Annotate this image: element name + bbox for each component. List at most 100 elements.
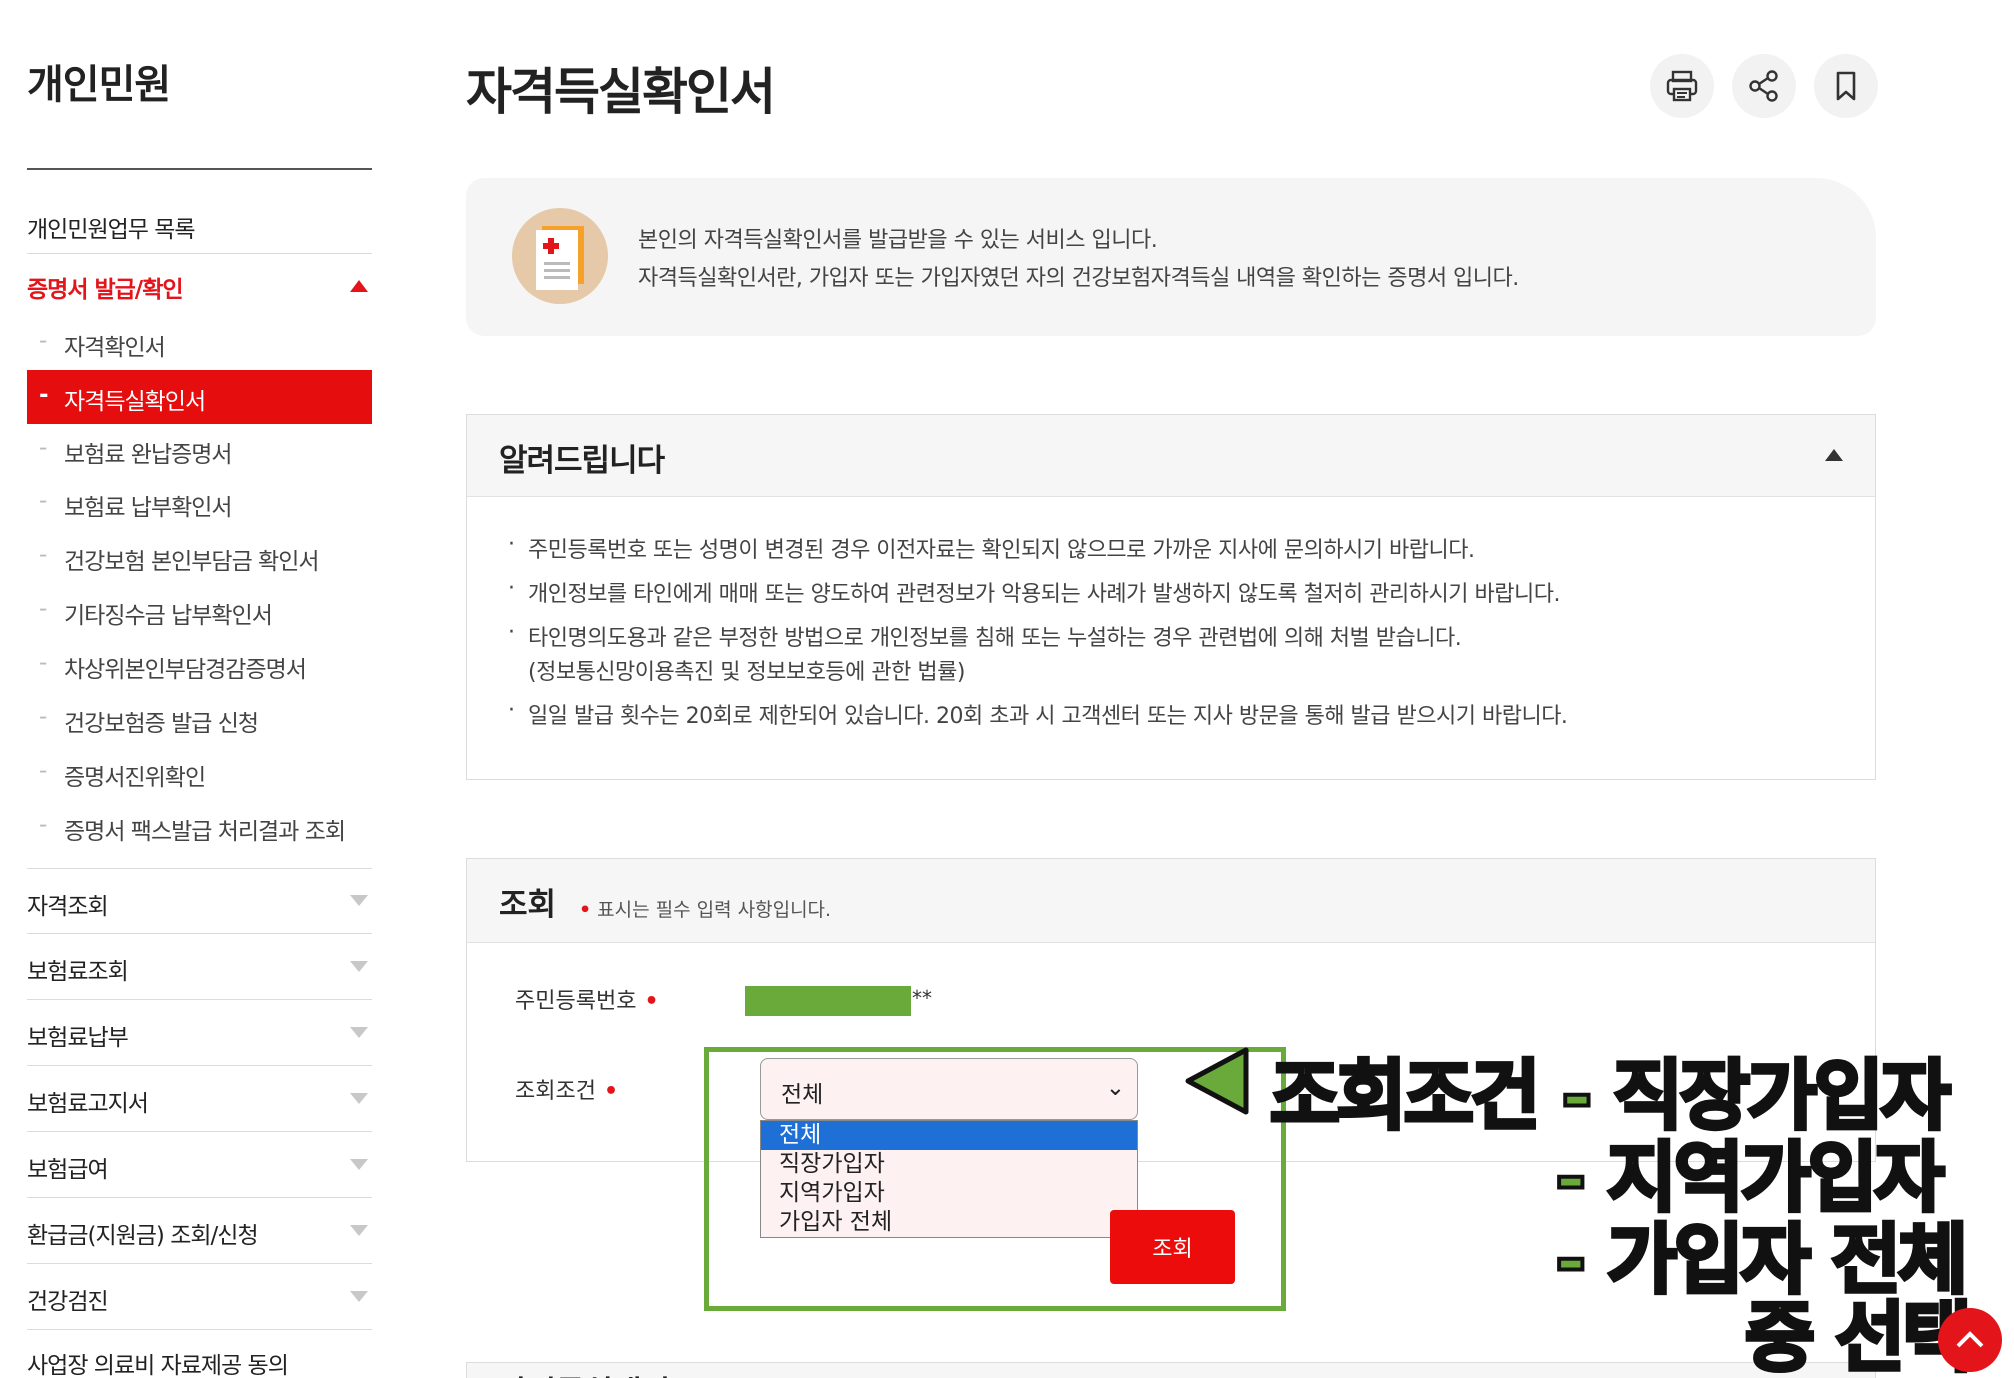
- print-icon: [1666, 70, 1698, 102]
- sidebar-item-premium-payment[interactable]: 보험료납부: [27, 1000, 372, 1066]
- chevron-down-icon: [350, 1224, 368, 1236]
- notice-item-text: 개인정보를 타인에게 매매 또는 양도하여 관련정보가 악용되는 사례가 발생하…: [528, 582, 1560, 607]
- document-icon: [512, 208, 608, 304]
- sidebar-item-label: 보험료납부: [27, 1025, 129, 1051]
- notice-item-text: (정보통신망이용촉진 및 정보보호등에 관한 법률): [528, 660, 965, 685]
- sidebar-item-label: 보험급여: [27, 1157, 109, 1183]
- bullet-icon: ·: [508, 532, 515, 557]
- dash-icon: -: [39, 758, 47, 784]
- sidebar-subitem-label: 기타징수금 납부확인서: [64, 603, 273, 629]
- chevron-up-icon: [1956, 1331, 1984, 1348]
- sidebar-subitem-insurance-card[interactable]: - 건강보험증 발급 신청: [27, 692, 372, 746]
- scroll-top-button[interactable]: [1938, 1308, 2002, 1372]
- sidebar-subitem-label: 증명서진위확인: [64, 765, 206, 791]
- chevron-down-icon: [350, 1290, 368, 1302]
- condition-label: 조회조건 •: [515, 1073, 618, 1105]
- service-description-line: 본인의 자격득실확인서를 발급받을 수 있는 서비스 입니다.: [638, 228, 1158, 253]
- service-description-line: 자격득실확인서란, 가입자 또는 가입자였던 자의 건강보험자격득실 내역을 확…: [638, 266, 1519, 291]
- sidebar-subitem-label: 보험료 완납증명서: [64, 442, 233, 468]
- chevron-down-icon: [350, 1092, 368, 1104]
- required-dot-icon: •: [644, 989, 659, 1014]
- sidebar-subitem-qualification[interactable]: - 자격확인서: [27, 316, 372, 370]
- sidebar-subitem-reduction-cert[interactable]: - 차상위본인부담경감증명서: [27, 638, 372, 692]
- qualification-history-title: 자격득실내역: [499, 1367, 670, 1378]
- required-dot-icon: •: [579, 899, 592, 921]
- notice-item-text: 타인명의도용과 같은 부정한 방법으로 개인정보를 침해 또는 누설하는 경우 …: [528, 626, 1462, 651]
- sidebar-item-benefits[interactable]: 보험급여: [27, 1132, 372, 1198]
- bullet-icon: ·: [508, 620, 515, 645]
- dash-icon: -: [39, 488, 47, 514]
- sidebar-item-label: 증명서 발급/확인: [27, 277, 184, 303]
- print-button[interactable]: [1650, 54, 1714, 118]
- sidebar-subitem-label: 차상위본인부담경감증명서: [64, 657, 307, 683]
- dash-icon: -: [39, 650, 47, 676]
- notice-title: 알려드립니다: [499, 443, 665, 479]
- sidebar-item-label: 개인민원업무 목록: [27, 217, 196, 243]
- share-button[interactable]: [1732, 54, 1796, 118]
- dash-icon: -: [39, 596, 47, 622]
- sidebar-item-label: 사업장 의료비 자료제공 동의: [27, 1353, 289, 1378]
- sidebar-subitem-authenticity[interactable]: - 증명서진위확인: [27, 746, 372, 800]
- sidebar-item-label: 건강검진: [27, 1289, 109, 1315]
- sidebar-item-label: 자격조회: [27, 894, 109, 920]
- notice-item-text: 일일 발급 횟수는 20회로 제한되어 있습니다. 20회 초과 시 고객센터 …: [528, 704, 1568, 729]
- collapse-icon[interactable]: [1825, 449, 1843, 461]
- rrn-label-text: 주민등록번호: [515, 989, 637, 1014]
- chevron-down-icon: [350, 1158, 368, 1170]
- rrn-masked-suffix: **: [912, 986, 932, 1010]
- sidebar-subitem-label: 건강보험증 발급 신청: [64, 711, 259, 737]
- sidebar-subitem-other-levy[interactable]: - 기타징수금 납부확인서: [27, 584, 372, 638]
- condition-label-text: 조회조건: [515, 1079, 596, 1104]
- sidebar-item-certificates[interactable]: 증명서 발급/확인: [27, 260, 372, 314]
- page-title: 자격득실확인서: [466, 63, 776, 121]
- required-dot-icon: •: [603, 1079, 619, 1104]
- sidebar-subitem-label: 자격득실확인서: [64, 389, 206, 415]
- sidebar-item-qualification-lookup[interactable]: 자격조회: [27, 868, 372, 934]
- sidebar-subitem-label: 증명서 팩스발급 처리결과 조회: [64, 819, 346, 845]
- sidebar-item-refund[interactable]: 환급금(지원금) 조회/신청: [27, 1198, 372, 1264]
- dash-icon: -: [39, 435, 47, 461]
- sidebar-item-health-checkup[interactable]: 건강검진: [27, 1264, 372, 1330]
- bullet-icon: ·: [508, 698, 515, 723]
- chevron-down-icon: [350, 1026, 368, 1038]
- annotation-arrow-icon: [1185, 1047, 1249, 1115]
- sidebar-subitem-qualification-history[interactable]: - 자격득실확인서: [27, 370, 372, 424]
- sidebar-subitem-label: 자격확인서: [64, 335, 166, 361]
- search-header: 조회 • 표시는 필수 입력 사항입니다.: [467, 859, 1875, 943]
- sidebar-title: 개인민원: [27, 62, 171, 108]
- chevron-down-icon: [350, 960, 368, 972]
- dash-icon: -: [39, 328, 47, 354]
- sidebar-subitem-premium-paid-cert[interactable]: - 보험료 완납증명서: [27, 423, 372, 477]
- sidebar-item-medical-data-consent[interactable]: 사업장 의료비 자료제공 동의: [27, 1330, 372, 1378]
- notice-item-text: 주민등록번호 또는 성명이 변경된 경우 이전자료는 확인되지 않으므로 가까운…: [528, 538, 1475, 563]
- sidebar-item-civil-list[interactable]: 개인민원업무 목록: [27, 200, 372, 254]
- bookmark-icon: [1836, 71, 1856, 101]
- qualification-history-panel: 자격득실내역: [466, 1362, 1876, 1378]
- share-icon: [1749, 70, 1778, 102]
- sidebar-subitem-label: 건강보험 본인부담금 확인서: [64, 549, 320, 575]
- sidebar-subitem-label: 보험료 납부확인서: [64, 495, 233, 521]
- bullet-icon: ·: [508, 576, 515, 601]
- sidebar-item-label: 보험료고지서: [27, 1091, 149, 1117]
- search-title: 조회: [499, 887, 557, 923]
- sidebar-item-premium-lookup[interactable]: 보험료조회: [27, 934, 372, 1000]
- sidebar-item-label: 환급금(지원금) 조회/신청: [27, 1223, 259, 1249]
- dash-icon: -: [39, 382, 48, 408]
- notice-header[interactable]: 알려드립니다: [467, 415, 1875, 497]
- dash-icon: -: [39, 812, 47, 838]
- chevron-down-icon: [350, 895, 368, 906]
- chevron-up-icon: [350, 280, 368, 292]
- sidebar-item-premium-notice[interactable]: 보험료고지서: [27, 1066, 372, 1132]
- rrn-label: 주민등록번호 •: [515, 983, 659, 1015]
- sidebar-subitem-fax-result[interactable]: - 증명서 팩스발급 처리결과 조회: [27, 800, 372, 854]
- sidebar-item-label: 보험료조회: [27, 959, 129, 985]
- service-description: 본인의 자격득실확인서를 발급받을 수 있는 서비스 입니다. 자격득실확인서란…: [638, 222, 1519, 298]
- required-note: • 표시는 필수 입력 사항입니다.: [579, 895, 831, 922]
- bookmark-button[interactable]: [1814, 54, 1878, 118]
- sidebar-divider: [27, 168, 372, 170]
- required-note-text: 표시는 필수 입력 사항입니다.: [597, 899, 832, 921]
- sidebar-subitem-copayment[interactable]: - 건강보험 본인부담금 확인서: [27, 530, 372, 584]
- service-info-box: 본인의 자격득실확인서를 발급받을 수 있는 서비스 입니다. 자격득실확인서란…: [466, 178, 1876, 336]
- dash-icon: -: [39, 542, 47, 568]
- sidebar-subitem-premium-payment-confirm[interactable]: - 보험료 납부확인서: [27, 476, 372, 530]
